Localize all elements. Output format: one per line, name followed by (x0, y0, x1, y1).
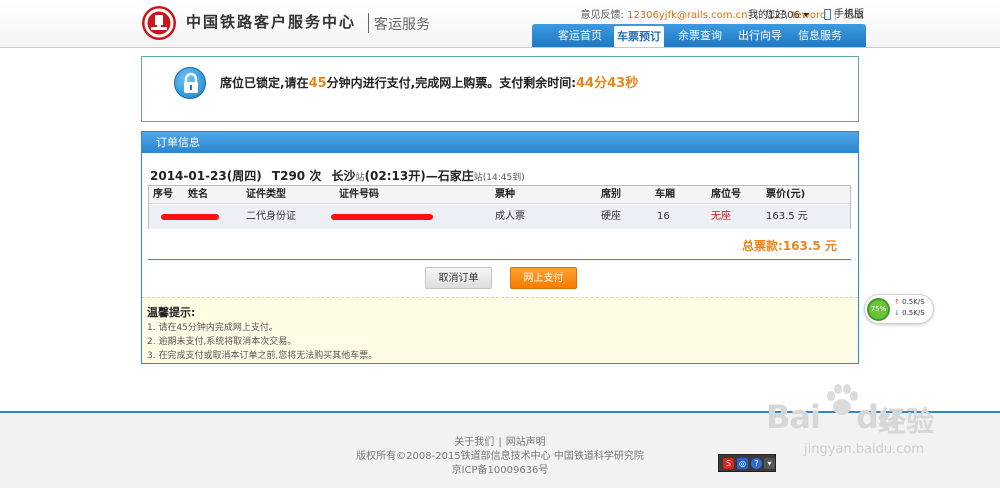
chevron-down-icon (802, 13, 809, 17)
train-number: T290 次 (271, 169, 322, 183)
arrow-down-icon: ↓ (894, 309, 900, 317)
settings-icon[interactable]: ▾ (764, 458, 775, 469)
railway-logo-icon[interactable] (142, 6, 176, 40)
site-header: 中国铁路客户服务中心 客运服务 意见反馈: 12306yjfk@rails.co… (0, 0, 1000, 48)
input-method-icon[interactable]: S (723, 458, 734, 469)
upload-speed-value: 0.5K/S (902, 298, 925, 306)
tips-box: 温馨提示: 1. 请在45分钟内完成网上支付。 2. 逾期未支付,系统将取消本次… (142, 297, 858, 363)
total-label: 总票款: (742, 239, 783, 253)
col-seat-class: 席别 (601, 189, 621, 200)
seat-locked-message: 席位已锁定,请在45分钟内进行支付,完成网上购票。支付剩余时间:44分43秒 (220, 72, 638, 91)
system-tray: S ◎ ? ▾ (718, 454, 776, 472)
watermark-url: jingyan.baidu.com (804, 442, 924, 457)
baidu-jingyan-watermark: Bai du 经验 jingyan.baidu.com (760, 380, 960, 460)
section-divider (148, 259, 851, 260)
col-price: 票价(元) (766, 189, 806, 200)
feedback-email-link[interactable]: 12306yjfk@rails.com.cn (627, 10, 747, 21)
logo-divider (368, 13, 369, 33)
online-pay-button[interactable]: 网上支付 (510, 267, 577, 289)
cancel-order-button[interactable]: 取消订单 (425, 267, 492, 289)
price-value: 163.5 元 (766, 211, 808, 222)
col-seat-no: 席位号 (711, 189, 741, 200)
main-nav: 客运首页 车票预订 余票查询 出行向导 信息服务 (532, 24, 866, 47)
mobile-label: 手机版 (834, 9, 864, 20)
col-car: 车厢 (655, 189, 675, 200)
col-id-type: 证件类型 (246, 189, 286, 200)
chat-icon[interactable]: ◎ (737, 458, 748, 469)
total-value: 163.5 元 (782, 239, 837, 253)
table-row: 二代身份证 成人票 硬座 16 无座 163.5 元 (149, 205, 850, 229)
footer-icp: 京ICP备10009636号 (451, 465, 549, 476)
id-type-value: 二代身份证 (246, 211, 296, 222)
col-index: 序号 (153, 189, 173, 200)
col-ticket-type: 票种 (495, 189, 515, 200)
col-id-number: 证件号码 (339, 189, 379, 200)
tip-item: 3. 在完成支付或取消本订单之前,您将无法购买其他车票。 (147, 351, 378, 361)
redaction-mark (331, 214, 433, 220)
station-suffix: 站 (473, 173, 483, 183)
order-info-panel: 订单信息 2014-01-23(周四) T290 次 长沙站(02:13开)—石… (141, 131, 859, 364)
nav-item-travel-guide[interactable]: 出行向导 (734, 24, 786, 47)
top-links: 意见反馈: 12306yjfk@rails.com.cn | 您好, tewor… (581, 6, 864, 21)
my12306-menu[interactable]: 我的12306 (748, 6, 809, 21)
download-speed-value: 0.5K/S (902, 309, 925, 317)
route-dash: — (425, 169, 438, 183)
watermark-brand-part1: Bai (766, 398, 821, 436)
order-panel-title: 订单信息 (142, 132, 858, 153)
tip-item: 2. 逾期未支付,系统将取消本次交易。 (147, 337, 297, 347)
network-speed-widget[interactable]: 75% ↑ 0.5K/S ↓ 0.5K/S (864, 294, 934, 324)
speed-percent-badge: 75% (867, 298, 890, 321)
from-station: 长沙 (331, 169, 356, 183)
feedback-label: 意见反馈: (580, 10, 624, 21)
redaction-mark (161, 214, 219, 220)
table-header-row: 序号 姓名 证件类型 证件号码 票种 席别 车厢 席位号 票价(元) (149, 186, 850, 204)
station-suffix: 站 (355, 173, 365, 183)
arrow-up-icon: ↑ (894, 298, 900, 306)
download-speed: ↓ 0.5K/S (894, 309, 925, 317)
seat-no-value: 无座 (711, 211, 731, 222)
help-icon[interactable]: ? (751, 458, 762, 469)
remaining-time: 44分43秒 (576, 76, 639, 91)
tips-title: 温馨提示: (147, 306, 196, 319)
tips-list: 1. 请在45分钟内完成网上支付。 2. 逾期未支付,系统将取消本次交易。 3.… (147, 321, 858, 363)
seat-locked-notice: 席位已锁定,请在45分钟内进行支付,完成网上购票。支付剩余时间:44分43秒 (141, 56, 859, 122)
lock-icon (174, 67, 206, 99)
car-value: 16 (657, 211, 670, 222)
depart-time: (02:13开) (364, 169, 426, 183)
arrive-time: (14:45到) (482, 173, 525, 183)
nav-item-booking[interactable]: 车票预订 (614, 26, 664, 47)
seat-class-value: 硬座 (601, 211, 621, 222)
lock-msg-mid: 分钟内进行支付,完成网上购票。支付剩余时间: (326, 76, 577, 90)
travel-date: 2014-01-23(周四) (150, 169, 262, 183)
watermark-product: 经验 (878, 405, 935, 438)
phone-icon (824, 8, 831, 20)
nav-item-home[interactable]: 客运首页 (554, 24, 606, 47)
upload-speed: ↑ 0.5K/S (894, 298, 925, 306)
trip-summary: 2014-01-23(周四) T290 次 长沙站(02:13开)—石家庄站(1… (150, 167, 525, 184)
passenger-table: 序号 姓名 证件类型 证件号码 票种 席别 车厢 席位号 票价(元) 二代身份证… (148, 185, 851, 229)
payment-minutes: 45 (308, 76, 327, 91)
total-fare: 总票款:163.5 元 (742, 237, 837, 254)
ticket-type-value: 成人票 (495, 211, 525, 222)
paw-icon (827, 384, 858, 415)
mobile-version-link[interactable]: 手机版 (824, 5, 864, 20)
tip-item: 1. 请在45分钟内完成网上支付。 (147, 323, 278, 333)
site-subtitle: 客运服务 (374, 17, 430, 33)
lock-msg-prefix: 席位已锁定,请在 (220, 76, 309, 90)
my12306-label: 我的12306 (748, 10, 800, 21)
nav-item-info-service[interactable]: 信息服务 (794, 24, 846, 47)
col-name: 姓名 (188, 189, 208, 200)
to-station: 石家庄 (437, 169, 474, 183)
nav-item-remaining-tickets[interactable]: 余票查询 (674, 24, 726, 47)
site-title[interactable]: 中国铁路客户服务中心 (186, 11, 356, 32)
